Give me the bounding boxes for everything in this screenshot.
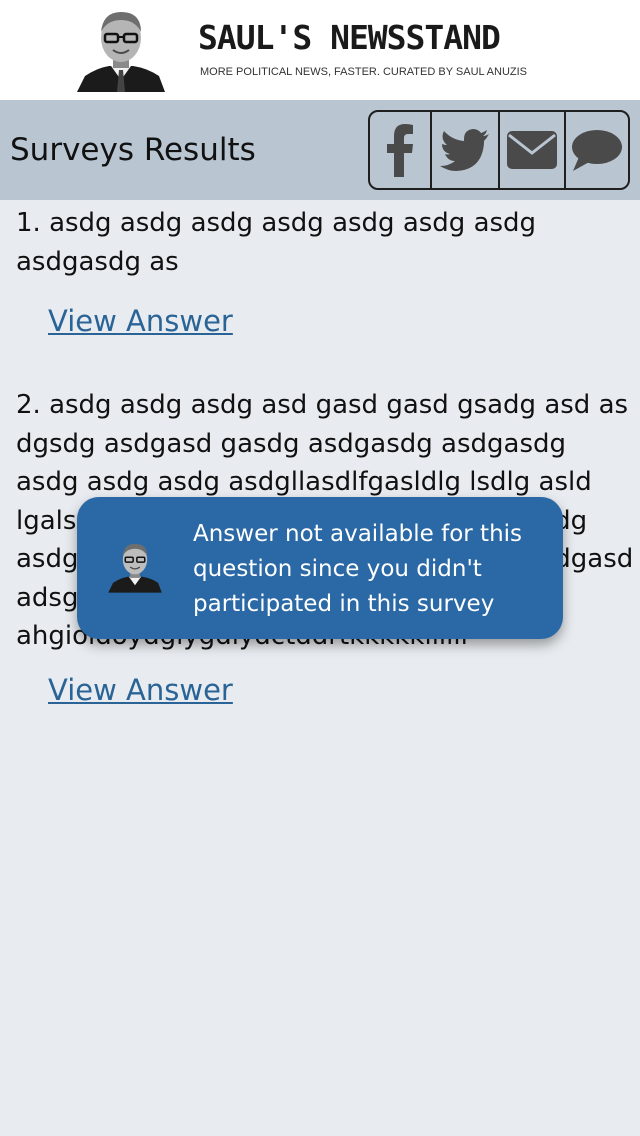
masthead: SAUL'S NEWSSTAND MORE POLITICAL NEWS, FA… <box>0 0 640 100</box>
toast-message: Answer not available for this question s… <box>193 521 523 617</box>
view-answer-link[interactable]: View Answer <box>48 673 233 707</box>
title-bar: Surveys Results <box>0 100 640 200</box>
notification-toast[interactable]: Answer not available for this question s… <box>77 497 563 639</box>
question-text: 1. asdg asdg asdg asdg asdg asdg asdg as… <box>16 208 537 277</box>
brand-title: SAUL'S NEWSSTAND <box>198 18 501 57</box>
twitter-icon <box>440 129 490 171</box>
chat-share-button[interactable] <box>566 112 628 188</box>
toast-avatar <box>107 541 163 593</box>
chat-icon <box>571 129 623 171</box>
facebook-icon <box>385 123 415 177</box>
avatar <box>75 8 167 92</box>
share-button-group <box>368 110 630 190</box>
facebook-share-button[interactable] <box>370 112 432 188</box>
twitter-share-button[interactable] <box>432 112 500 188</box>
brand-subtitle: MORE POLITICAL NEWS, FASTER. CURATED BY … <box>200 66 528 78</box>
email-share-button[interactable] <box>500 112 566 188</box>
email-icon <box>507 131 557 169</box>
view-answer-link[interactable]: View Answer <box>48 304 233 338</box>
page-title: Surveys Results <box>10 132 256 168</box>
